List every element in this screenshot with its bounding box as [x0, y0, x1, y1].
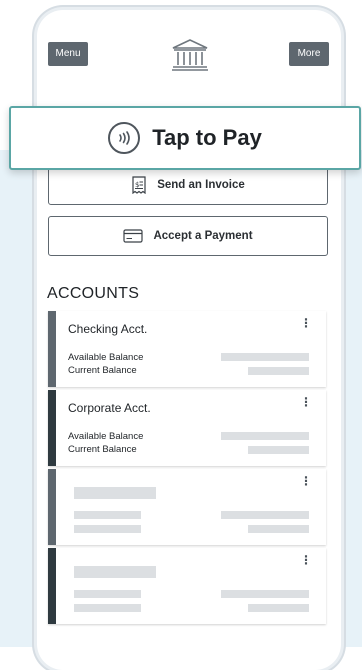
available-balance-label: Available Balance: [68, 431, 144, 442]
account-accent-stripe: [48, 548, 56, 624]
accounts-heading: ACCOUNTS: [47, 285, 140, 302]
current-label-placeholder: [74, 525, 141, 533]
account-card-checking[interactable]: Checking Acct. Available Balance Current…: [48, 311, 326, 387]
current-balance-placeholder: [248, 446, 309, 454]
card-icon: [123, 229, 144, 243]
account-accent-stripe: [48, 469, 56, 545]
account-accent-stripe: [48, 311, 56, 387]
menu-button[interactable]: Menu: [48, 42, 88, 66]
contactless-icon: [108, 122, 141, 154]
accept-payment-label: Accept a Payment: [153, 230, 253, 242]
current-balance-placeholder: [248, 525, 309, 533]
current-label-placeholder: [74, 604, 141, 612]
available-balance-placeholder: [221, 590, 309, 598]
kebab-menu-icon[interactable]: ⋮: [300, 396, 312, 408]
available-balance-label: Available Balance: [68, 352, 144, 363]
account-name-placeholder: [74, 566, 156, 578]
svg-text:$: $: [135, 181, 139, 189]
current-balance-placeholder: [248, 367, 309, 375]
account-card-placeholder[interactable]: ⋮: [48, 469, 326, 545]
account-card-corporate[interactable]: Corporate Acct. Available Balance Curren…: [48, 390, 326, 466]
kebab-menu-icon[interactable]: ⋮: [300, 554, 312, 566]
available-label-placeholder: [74, 590, 141, 598]
account-name-placeholder: [74, 487, 156, 499]
accept-payment-button[interactable]: Accept a Payment: [48, 216, 328, 256]
available-balance-placeholder: [221, 511, 309, 519]
available-balance-placeholder: [221, 353, 309, 361]
account-name: Checking Acct.: [68, 322, 148, 336]
available-label-placeholder: [74, 511, 141, 519]
tap-to-pay-button[interactable]: Tap to Pay: [9, 106, 361, 170]
send-invoice-label: Send an Invoice: [157, 179, 245, 191]
account-card-placeholder[interactable]: ⋮: [48, 548, 326, 624]
current-balance-placeholder: [248, 604, 309, 612]
available-balance-placeholder: [221, 432, 309, 440]
more-button[interactable]: More: [289, 42, 329, 66]
current-balance-label: Current Balance: [68, 444, 137, 455]
kebab-menu-icon[interactable]: ⋮: [300, 475, 312, 487]
account-accent-stripe: [48, 390, 56, 466]
account-name: Corporate Acct.: [68, 401, 151, 415]
bank-building-icon: [172, 39, 208, 71]
kebab-menu-icon[interactable]: ⋮: [300, 317, 312, 329]
invoice-icon: $: [132, 176, 146, 194]
tap-to-pay-label: Tap to Pay: [152, 125, 262, 150]
send-invoice-button[interactable]: $ Send an Invoice: [48, 165, 328, 205]
current-balance-label: Current Balance: [68, 365, 137, 376]
